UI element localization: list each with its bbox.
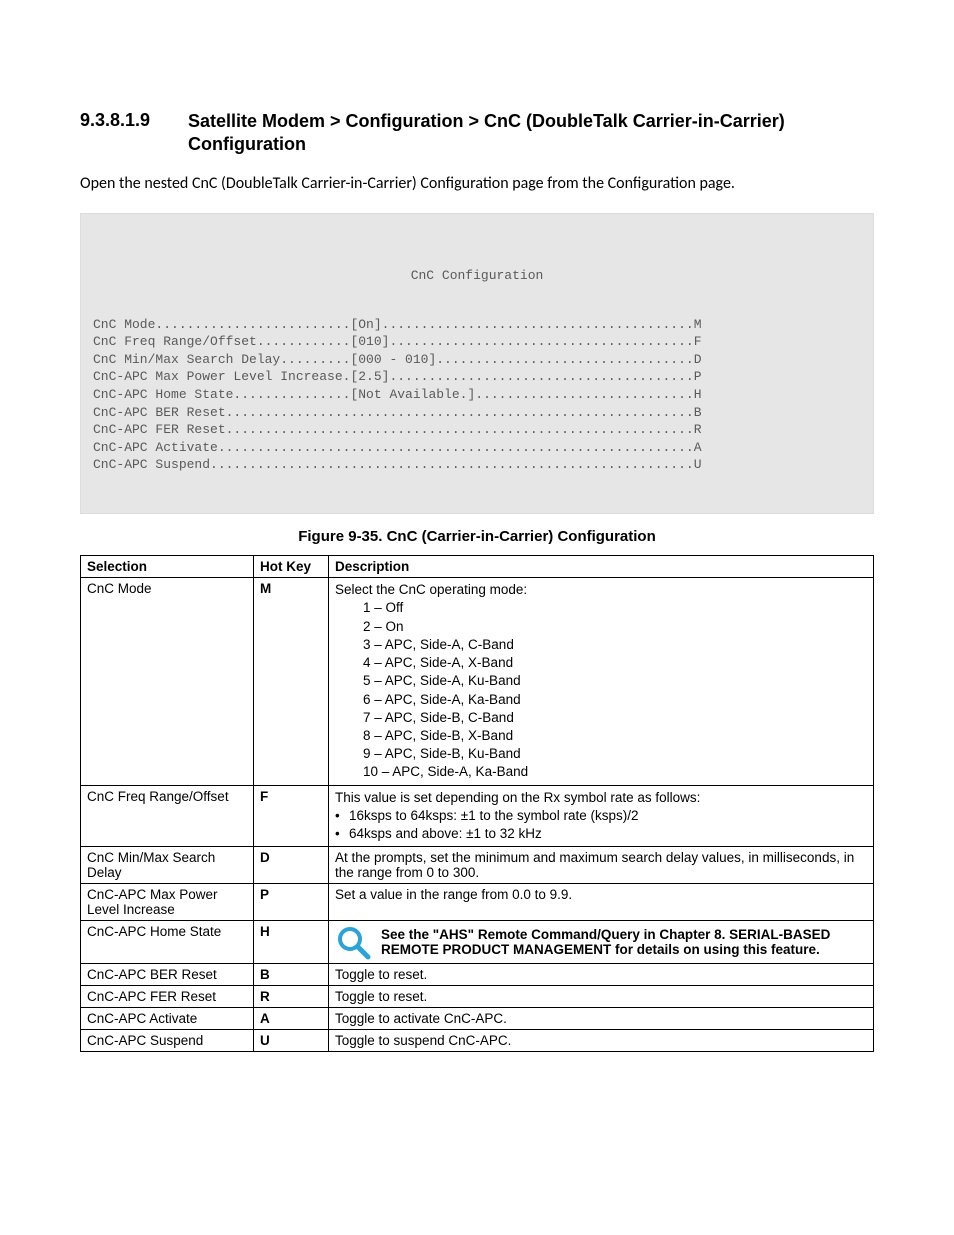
desc-lead: Select the CnC operating mode: (335, 582, 527, 597)
cell-description: Set a value in the range from 0.0 to 9.9… (329, 884, 874, 921)
desc-option: 7 – APC, Side-B, C-Band (335, 709, 867, 727)
desc-option: 2 – On (335, 618, 867, 636)
table-row: CnC-APC BER Reset B Toggle to reset. (81, 964, 874, 986)
terminal-line: CnC Mode.........................[On]...… (93, 317, 702, 332)
table-row: CnC Freq Range/Offset F This value is se… (81, 785, 874, 847)
cell-selection: CnC-APC Suspend (81, 1030, 254, 1052)
terminal-line: CnC-APC Suspend.........................… (93, 457, 702, 472)
terminal-line: CnC-APC Max Power Level Increase.[2.5]..… (93, 369, 702, 384)
desc-bullet: 64ksps and above: ±1 to 32 kHz (335, 826, 542, 841)
section-number: 9.3.8.1.9 (80, 110, 188, 131)
terminal-line: CnC Freq Range/Offset............[010]..… (93, 334, 702, 349)
desc-option: 9 – APC, Side-B, Ku-Band (335, 745, 867, 763)
table-row: CnC-APC Activate A Toggle to activate Cn… (81, 1008, 874, 1030)
terminal-title: CnC Configuration (93, 267, 861, 285)
table-header-row: Selection Hot Key Description (81, 556, 874, 578)
desc-lead: This value is set depending on the Rx sy… (335, 790, 700, 805)
desc-option: 6 – APC, Side-A, Ka-Band (335, 691, 867, 709)
figure-caption: Figure 9-35. CnC (Carrier-in-Carrier) Co… (80, 528, 874, 545)
page-container: 9.3.8.1.9 Satellite Modem > Configuratio… (0, 0, 954, 1092)
desc-option: 8 – APC, Side-B, X-Band (335, 727, 867, 745)
terminal-line: CnC Min/Max Search Delay.........[000 - … (93, 352, 702, 367)
magnifier-icon (335, 924, 371, 960)
cell-selection: CnC-APC Activate (81, 1008, 254, 1030)
cell-description: Toggle to reset. (329, 986, 874, 1008)
desc-option: 3 – APC, Side-A, C-Band (335, 636, 867, 654)
col-header-selection: Selection (81, 556, 254, 578)
cell-description: Toggle to activate CnC-APC. (329, 1008, 874, 1030)
desc-option: 1 – Off (335, 599, 867, 617)
cell-selection: CnC-APC Home State (81, 921, 254, 964)
cell-hotkey: D (254, 847, 329, 884)
terminal-line: CnC-APC Activate........................… (93, 440, 702, 455)
col-header-description: Description (329, 556, 874, 578)
section-title: Satellite Modem > Configuration > CnC (D… (188, 110, 874, 155)
cell-hotkey: P (254, 884, 329, 921)
cell-hotkey: R (254, 986, 329, 1008)
terminal-line: CnC-APC Home State...............[Not Av… (93, 387, 702, 402)
col-header-hotkey: Hot Key (254, 556, 329, 578)
spec-table: Selection Hot Key Description CnC Mode M… (80, 555, 874, 1052)
cell-description: Select the CnC operating mode: 1 – Off 2… (329, 578, 874, 785)
cell-hotkey: H (254, 921, 329, 964)
cell-hotkey: B (254, 964, 329, 986)
cell-description: Toggle to suspend CnC-APC. (329, 1030, 874, 1052)
cell-selection: CnC Min/Max Search Delay (81, 847, 254, 884)
table-row: CnC-APC Home State H See the "AHS" Remot… (81, 921, 874, 964)
cell-selection: CnC-APC BER Reset (81, 964, 254, 986)
cell-selection: CnC-APC Max Power Level Increase (81, 884, 254, 921)
section-heading: 9.3.8.1.9 Satellite Modem > Configuratio… (80, 110, 874, 155)
desc-bullet: 16ksps to 64ksps: ±1 to the symbol rate … (335, 808, 639, 823)
terminal-block: CnC Configuration CnC Mode..............… (80, 213, 874, 515)
intro-paragraph: Open the nested CnC (DoubleTalk Carrier-… (80, 173, 874, 195)
cell-selection: CnC Mode (81, 578, 254, 785)
desc-option: 5 – APC, Side-A, Ku-Band (335, 672, 867, 690)
cell-selection: CnC-APC FER Reset (81, 986, 254, 1008)
desc-note: See the "AHS" Remote Command/Query in Ch… (381, 927, 867, 957)
table-row: CnC Mode M Select the CnC operating mode… (81, 578, 874, 785)
cell-hotkey: A (254, 1008, 329, 1030)
table-row: CnC-APC Max Power Level Increase P Set a… (81, 884, 874, 921)
cell-description: See the "AHS" Remote Command/Query in Ch… (329, 921, 874, 964)
cell-description: At the prompts, set the minimum and maxi… (329, 847, 874, 884)
cell-hotkey: F (254, 785, 329, 847)
cell-description: Toggle to reset. (329, 964, 874, 986)
table-row: CnC Min/Max Search Delay D At the prompt… (81, 847, 874, 884)
terminal-line: CnC-APC FER Reset.......................… (93, 422, 702, 437)
desc-option: 10 – APC, Side-A, Ka-Band (335, 763, 867, 781)
cell-description: This value is set depending on the Rx sy… (329, 785, 874, 847)
desc-option: 4 – APC, Side-A, X-Band (335, 654, 867, 672)
terminal-line: CnC-APC BER Reset.......................… (93, 405, 702, 420)
cell-hotkey: U (254, 1030, 329, 1052)
table-row: CnC-APC FER Reset R Toggle to reset. (81, 986, 874, 1008)
table-row: CnC-APC Suspend U Toggle to suspend CnC-… (81, 1030, 874, 1052)
cell-selection: CnC Freq Range/Offset (81, 785, 254, 847)
cell-hotkey: M (254, 578, 329, 785)
